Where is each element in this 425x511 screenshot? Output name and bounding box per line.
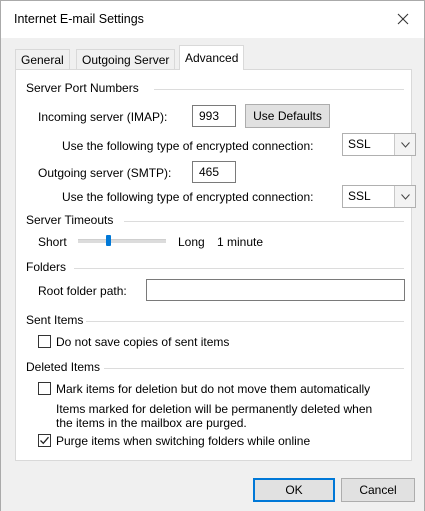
outgoing-encryption-select[interactable]: SSL bbox=[342, 185, 416, 208]
tab-advanced-label: Advanced bbox=[185, 51, 239, 65]
checkmark-icon bbox=[40, 436, 49, 445]
deleted-items-divider bbox=[104, 368, 404, 369]
ok-button[interactable]: OK bbox=[253, 478, 335, 502]
window-title: Internet E-mail Settings bbox=[14, 12, 144, 26]
tab-outgoing-server[interactable]: Outgoing Server bbox=[76, 49, 176, 69]
timeout-long-label: Long bbox=[178, 235, 205, 249]
use-defaults-button[interactable]: Use Defaults bbox=[245, 104, 330, 128]
do-not-save-copies-checkbox[interactable] bbox=[38, 335, 51, 348]
timeout-short-label: Short bbox=[38, 235, 67, 249]
mark-for-deletion-label: Mark items for deletion but do not move … bbox=[56, 382, 371, 396]
advanced-tab-panel: Server Port Numbers Incoming server (IMA… bbox=[15, 69, 416, 461]
outgoing-encryption-label: Use the following type of encrypted conn… bbox=[62, 190, 314, 204]
deletion-note-line1: Items marked for deletion will be perman… bbox=[56, 402, 373, 416]
incoming-port-input[interactable] bbox=[192, 105, 236, 127]
slider-thumb[interactable] bbox=[106, 235, 111, 246]
incoming-encryption-value: SSL bbox=[348, 137, 371, 151]
root-folder-path-input[interactable] bbox=[146, 279, 405, 301]
sent-items-divider bbox=[86, 321, 404, 322]
cancel-button[interactable]: Cancel bbox=[341, 478, 415, 502]
purge-items-label: Purge items when switching folders while… bbox=[56, 434, 311, 448]
dialog-button-bar: OK Cancel bbox=[1, 463, 424, 511]
incoming-encryption-select[interactable]: SSL bbox=[342, 133, 416, 156]
use-defaults-label: Use Defaults bbox=[253, 109, 322, 123]
cancel-label: Cancel bbox=[359, 483, 397, 497]
tab-advanced[interactable]: Advanced bbox=[179, 45, 245, 70]
outgoing-server-label: Outgoing server (SMTP): bbox=[38, 166, 172, 180]
server-timeout-slider[interactable] bbox=[78, 234, 166, 248]
server-timeouts-heading: Server Timeouts bbox=[26, 213, 114, 227]
chevron-down-icon bbox=[394, 186, 415, 207]
ok-label: OK bbox=[285, 483, 303, 497]
purge-items-checkbox[interactable] bbox=[38, 434, 51, 447]
close-button[interactable] bbox=[391, 7, 415, 31]
incoming-encryption-label: Use the following type of encrypted conn… bbox=[62, 139, 314, 153]
server-port-numbers-heading: Server Port Numbers bbox=[26, 81, 139, 95]
close-icon bbox=[397, 13, 409, 25]
outgoing-port-input[interactable] bbox=[192, 161, 236, 183]
timeout-value-label: 1 minute bbox=[217, 235, 264, 249]
tab-general[interactable]: General bbox=[15, 49, 70, 69]
incoming-server-label: Incoming server (IMAP): bbox=[38, 110, 168, 124]
server-timeouts-divider bbox=[124, 221, 404, 222]
root-folder-path-label: Root folder path: bbox=[38, 284, 127, 298]
sent-items-heading: Sent Items bbox=[26, 313, 84, 327]
internet-email-settings-dialog: Internet E-mail Settings General Outgoin… bbox=[0, 0, 425, 511]
server-port-numbers-divider bbox=[154, 89, 404, 90]
slider-track bbox=[78, 239, 166, 243]
folders-heading: Folders bbox=[26, 260, 67, 274]
title-bar: Internet E-mail Settings bbox=[1, 1, 424, 38]
chevron-down-icon bbox=[394, 134, 415, 155]
tab-general-label: General bbox=[21, 53, 64, 67]
do-not-save-copies-label: Do not save copies of sent items bbox=[56, 335, 230, 349]
outgoing-encryption-value: SSL bbox=[348, 189, 371, 203]
deletion-note-line2: the items in the mailbox are purged. bbox=[56, 416, 247, 430]
folders-divider bbox=[74, 268, 404, 269]
deleted-items-heading: Deleted Items bbox=[26, 360, 101, 374]
tab-outgoing-server-label: Outgoing Server bbox=[82, 53, 170, 67]
mark-for-deletion-checkbox[interactable] bbox=[38, 382, 51, 395]
